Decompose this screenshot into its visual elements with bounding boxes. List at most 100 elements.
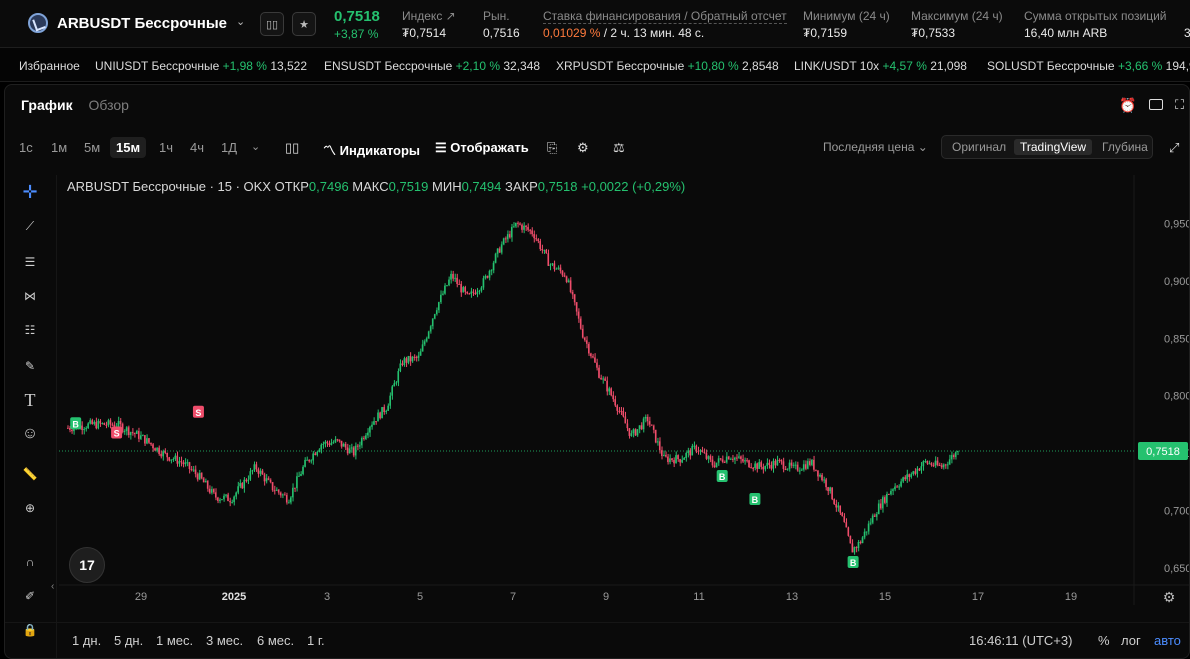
candle-body	[352, 447, 355, 456]
ticker-item[interactable]: ENSUSDT Бессрочные +2,10 % 32,348	[324, 59, 540, 73]
clock[interactable]: 16:46:11 (UTC+3)	[969, 633, 1072, 648]
indicators-button[interactable]: 〽 Индикаторы	[317, 137, 426, 162]
candle-body	[480, 287, 483, 291]
candle-body	[869, 522, 872, 524]
candle-body	[644, 416, 647, 419]
expand-icon[interactable]: ⤢	[1163, 137, 1185, 159]
candle-body	[490, 270, 493, 272]
settings-icon[interactable]: ⚙	[571, 137, 595, 159]
candle-body	[263, 474, 266, 482]
display-button[interactable]: ☰ Отображать	[429, 137, 535, 159]
tradingview-logo[interactable]: 17	[69, 547, 105, 583]
price-type-select[interactable]: Последняя цена ⌄	[817, 137, 934, 157]
timeframe-1h[interactable]: 1ч	[153, 137, 179, 158]
candle-body	[399, 363, 402, 372]
timeframe-1m[interactable]: 1м	[45, 137, 73, 158]
candle-body	[513, 226, 515, 228]
range-1y[interactable]: 1 г.	[307, 633, 325, 648]
candle-body	[476, 291, 479, 295]
balance-icon[interactable]: ⚖	[607, 137, 631, 159]
text-icon[interactable]: T	[19, 389, 41, 411]
pattern-icon[interactable]: ⋈	[19, 285, 41, 307]
range-3m[interactable]: 3 мес.	[206, 633, 243, 648]
percent-toggle[interactable]: %	[1098, 633, 1110, 648]
window-icon[interactable]	[1149, 99, 1163, 110]
ticker-item[interactable]: XRPUSDT Бессрочные +10,80 % 2,8548	[556, 59, 779, 73]
crosshair-icon[interactable]: ✛	[19, 181, 41, 203]
candle-body	[551, 263, 554, 265]
emoji-icon[interactable]: ☺	[19, 423, 41, 445]
price-chart[interactable]: 0,95000,90000,85000,80000,75000,70000,65…	[59, 175, 1190, 605]
candle-body	[142, 435, 144, 437]
star-icon[interactable]: ★	[292, 12, 316, 36]
book-icon[interactable]: ▯▯	[260, 12, 284, 36]
candle-body	[823, 479, 825, 481]
candle-body	[510, 226, 513, 238]
candle-body	[472, 291, 475, 293]
lock-draw-icon[interactable]: ✐	[19, 585, 41, 607]
view-original[interactable]: Оригинал	[946, 139, 1012, 155]
candle-body	[435, 310, 438, 315]
candle-body	[533, 234, 535, 239]
x-tick-label: 15	[879, 591, 891, 603]
candle-body	[474, 292, 477, 295]
x-tick-label: 3	[324, 591, 330, 603]
candle-body	[543, 249, 546, 251]
candle-type-icon[interactable]: ▯▯	[279, 137, 305, 159]
candle-body	[549, 264, 552, 266]
collapse-arrow-icon[interactable]: ‹	[51, 581, 54, 592]
candle-body	[762, 466, 764, 470]
candle-body	[940, 465, 943, 468]
timeframe-5m[interactable]: 5м	[78, 137, 106, 158]
magnet-icon[interactable]: ∩	[19, 551, 41, 573]
candle-body	[154, 448, 156, 451]
axis-settings-icon[interactable]: ⚙	[1163, 590, 1176, 605]
candle-body	[555, 268, 558, 270]
timeframe-1s[interactable]: 1с	[13, 137, 39, 158]
timeframe-1d[interactable]: 1Д	[215, 137, 243, 158]
timeframe-chevron-icon[interactable]: ⌄	[245, 137, 266, 156]
candle-body	[630, 433, 633, 436]
candle-body	[894, 486, 896, 490]
candle-body	[650, 424, 653, 426]
zoom-in-icon[interactable]: ⊕	[19, 497, 41, 519]
fullscreen-icon[interactable]: ⛶	[1175, 97, 1184, 113]
brush-icon[interactable]: ✎	[19, 355, 41, 377]
ticker-item[interactable]: LINK/USDT 10x +4,57 % 21,098	[794, 59, 967, 73]
log-toggle[interactable]: лог	[1121, 633, 1141, 648]
candle-body	[324, 441, 327, 444]
candle-body	[896, 486, 898, 488]
horizontal-lines-icon[interactable]: ☰	[19, 251, 41, 273]
tab-overview[interactable]: Обзор	[89, 97, 129, 113]
chevron-down-icon[interactable]: ⌄	[236, 15, 245, 28]
candle-body	[182, 462, 185, 465]
view-depth[interactable]: Глубина	[1096, 139, 1154, 155]
range-5d[interactable]: 5 дн.	[114, 633, 143, 648]
timeframe-4h[interactable]: 4ч	[184, 137, 210, 158]
timeframe-15m[interactable]: 15м	[110, 137, 147, 158]
range-1m[interactable]: 1 мес.	[156, 633, 193, 648]
range-6m[interactable]: 6 мес.	[257, 633, 294, 648]
external-link-icon[interactable]: ↗	[446, 9, 456, 23]
trend-line-icon[interactable]: ⟋	[19, 215, 41, 237]
ticker-item[interactable]: SOLUSDT Бессрочные +3,66 % 194,99	[987, 59, 1190, 73]
candle-body	[583, 337, 586, 341]
candle-body	[782, 461, 785, 469]
candle-body	[377, 412, 379, 422]
candle-body	[166, 452, 168, 458]
candle-body	[792, 464, 795, 466]
ruler-icon[interactable]: 📏	[19, 463, 41, 485]
view-tradingview[interactable]: TradingView	[1014, 139, 1093, 155]
candle-body	[446, 285, 448, 287]
auto-toggle[interactable]: авто	[1154, 633, 1181, 648]
tab-chart[interactable]: График	[21, 97, 73, 113]
symbol-title[interactable]: ARBUSDT Бессрочные	[57, 15, 227, 32]
template-icon[interactable]: ⎘	[541, 137, 563, 159]
range-1d[interactable]: 1 дн.	[72, 633, 101, 648]
ticker-favorites[interactable]: Избранное	[19, 59, 80, 73]
ticker-item[interactable]: UNIUSDT Бессрочные +1,98 % 13,522	[95, 59, 307, 73]
fib-icon[interactable]: ☷	[19, 319, 41, 341]
candle-body	[164, 451, 166, 453]
chart-toolbar: 1с 1м 5м 15м 1ч 4ч 1Д ⌄ ▯▯ 〽 Индикаторы …	[5, 133, 1189, 163]
alert-icon[interactable]: ⏰	[1119, 97, 1136, 114]
